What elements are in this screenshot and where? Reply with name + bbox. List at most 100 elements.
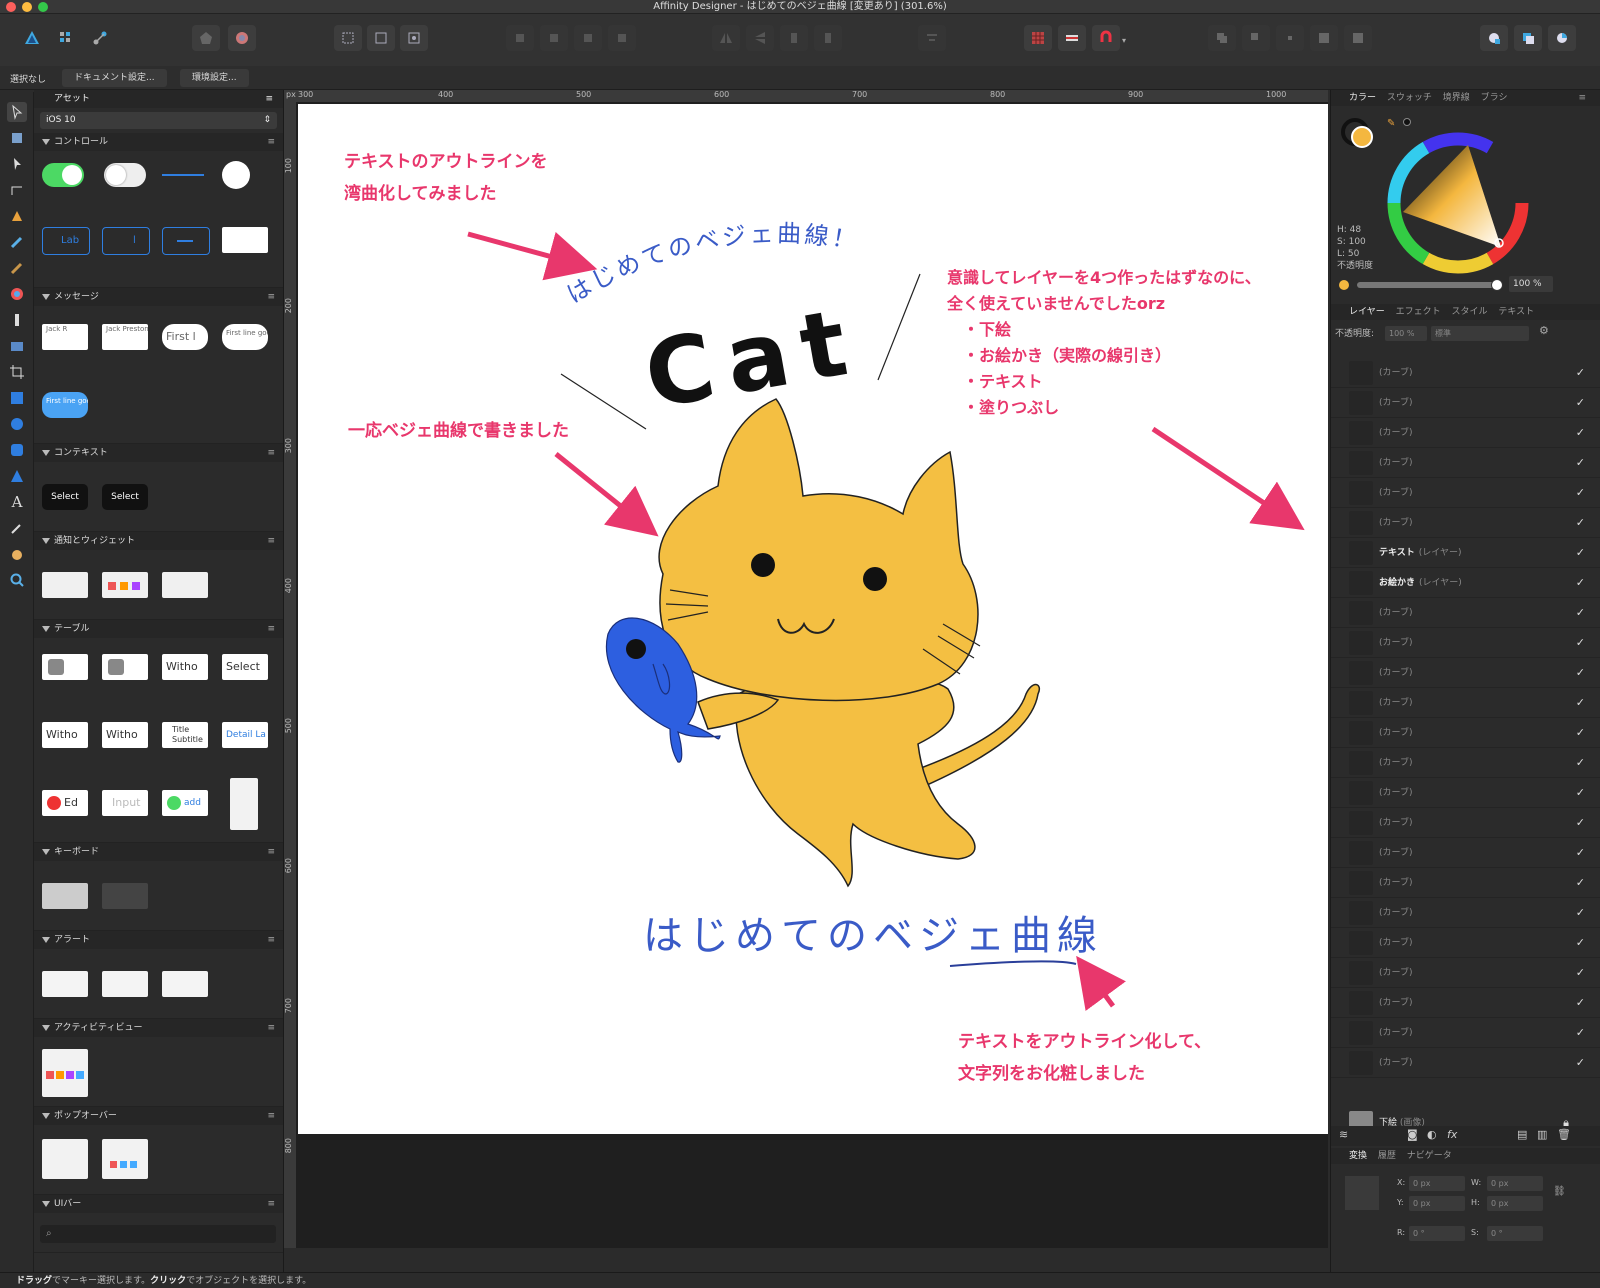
table-cell-asset[interactable]: Witho: [42, 722, 88, 748]
category-menu-icon[interactable]: ≡: [267, 1195, 275, 1213]
category-menu-icon[interactable]: ≡: [267, 288, 275, 306]
layer-visibility-checkbox[interactable]: ✓: [1576, 358, 1585, 388]
table-list-asset[interactable]: [230, 778, 258, 830]
node-tool-icon[interactable]: [7, 154, 27, 174]
add-boolean-icon[interactable]: [1208, 25, 1236, 51]
fill-tool-icon[interactable]: [7, 284, 27, 304]
preferences-button[interactable]: 環境設定...: [180, 69, 249, 87]
category-controls[interactable]: コントロール ≡: [34, 133, 283, 151]
vector-brush-tool-icon[interactable]: [7, 258, 27, 278]
opacity-slider-knob[interactable]: [1491, 279, 1503, 291]
move-forward-icon[interactable]: [574, 25, 602, 51]
divide-boolean-icon[interactable]: [1344, 25, 1372, 51]
tab-swatches[interactable]: スウォッチ: [1387, 93, 1432, 103]
pixel-persona-icon[interactable]: [52, 25, 80, 51]
align-icon[interactable]: [918, 25, 946, 51]
pen-tool-icon[interactable]: [7, 206, 27, 226]
layer-visibility-checkbox[interactable]: ✓: [1576, 778, 1585, 808]
transform-mode-icon[interactable]: [400, 25, 428, 51]
insert-top-icon[interactable]: [1548, 25, 1576, 51]
context-menu-asset[interactable]: Select: [42, 484, 88, 510]
adjustment-icon[interactable]: ◐: [1427, 1128, 1437, 1141]
gear-icon[interactable]: ⚙: [1539, 324, 1549, 337]
context-menu-asset[interactable]: Select: [102, 484, 148, 510]
layer-row[interactable]: (カーブ) ✓: [1331, 808, 1600, 838]
layer-row[interactable]: (カーブ) ✓: [1331, 988, 1600, 1018]
layer-row[interactable]: (カーブ) ✓: [1331, 688, 1600, 718]
picker-asset[interactable]: [222, 227, 268, 253]
category-uibar[interactable]: UIバー ≡: [34, 1195, 283, 1213]
layer-row[interactable]: (カーブ) ✓: [1331, 628, 1600, 658]
layer-visibility-checkbox[interactable]: ✓: [1576, 718, 1585, 748]
segmented-asset[interactable]: l: [102, 227, 150, 255]
snapping-magnet-icon[interactable]: [1092, 25, 1120, 51]
panel-menu-icon[interactable]: ≡: [1578, 90, 1586, 106]
pixel-preview-icon[interactable]: [1058, 25, 1086, 51]
category-menu-icon[interactable]: ≡: [267, 133, 275, 151]
designer-persona-icon[interactable]: [18, 25, 46, 51]
keyboard-light-asset[interactable]: [42, 883, 88, 909]
snapping-dropdown-chevron-icon[interactable]: ▾: [1122, 36, 1126, 45]
layer-visibility-checkbox[interactable]: ✓: [1576, 688, 1585, 718]
flip-horizontal-icon[interactable]: [712, 25, 740, 51]
layer-row[interactable]: お絵かき (レイヤー) ✓: [1331, 568, 1600, 598]
delete-layer-icon[interactable]: 🗑︎: [1557, 1128, 1571, 1141]
layer-visibility-checkbox[interactable]: ✓: [1576, 898, 1585, 928]
category-activity[interactable]: アクティビティビュー ≡: [34, 1019, 283, 1037]
cat-eye-left[interactable]: [751, 553, 775, 577]
duplicate-layer-icon[interactable]: ▥: [1537, 1128, 1547, 1141]
layer-row[interactable]: (カーブ) ✓: [1331, 778, 1600, 808]
color-wheel[interactable]: [1383, 128, 1533, 278]
message-asset[interactable]: Jack R: [42, 324, 88, 350]
anchor-selector[interactable]: [1345, 1176, 1379, 1210]
message-asset[interactable]: First l: [162, 324, 208, 350]
layer-row[interactable]: (カーブ) ✓: [1331, 748, 1600, 778]
cat-lettering[interactable]: Cat: [637, 287, 868, 430]
tab-brushes[interactable]: ブラシ: [1481, 93, 1508, 103]
outline-text[interactable]: はじめてのベジェ曲線: [643, 913, 1103, 959]
ellipse-tool-icon[interactable]: [7, 414, 27, 434]
annotation-outline-text[interactable]: テキストをアウトライン化して、 文字列をお化粧しました: [958, 1026, 1211, 1090]
slider-asset[interactable]: [162, 174, 204, 176]
keyboard-dark-asset[interactable]: [102, 883, 148, 909]
category-table[interactable]: テーブル ≡: [34, 620, 283, 638]
x-field[interactable]: 0 px: [1409, 1176, 1465, 1191]
rotate-left-icon[interactable]: [780, 25, 808, 51]
layer-visibility-checkbox[interactable]: ✓: [1576, 1048, 1585, 1078]
category-menu-icon[interactable]: ≡: [267, 931, 275, 949]
layer-visibility-checkbox[interactable]: ✓: [1576, 928, 1585, 958]
category-context[interactable]: コンテキスト ≡: [34, 444, 283, 462]
activity-view-asset[interactable]: [42, 1049, 88, 1097]
text-tool-icon[interactable]: A: [7, 492, 27, 512]
w-field[interactable]: 0 px: [1487, 1176, 1543, 1191]
alert-asset[interactable]: [162, 971, 208, 997]
layer-row[interactable]: (カーブ) ✓: [1331, 388, 1600, 418]
category-popover[interactable]: ポップオーバー ≡: [34, 1107, 283, 1125]
slider-knob-asset[interactable]: [222, 161, 250, 189]
place-image-tool-icon[interactable]: [7, 336, 27, 356]
layer-visibility-checkbox[interactable]: ✓: [1576, 388, 1585, 418]
insert-inside-icon[interactable]: [1480, 25, 1508, 51]
search-bar-asset[interactable]: ⌕: [40, 1225, 276, 1243]
assets-tab[interactable]: アセット ≡: [34, 90, 283, 108]
layer-row[interactable]: (カーブ) ✓: [1331, 958, 1600, 988]
label-button-asset[interactable]: Lab: [42, 227, 90, 255]
widget-asset[interactable]: [102, 572, 148, 598]
layer-visibility-checkbox[interactable]: ✓: [1576, 448, 1585, 478]
layer-visibility-checkbox[interactable]: ✓: [1576, 808, 1585, 838]
tab-color[interactable]: カラー: [1349, 93, 1376, 103]
deselect-icon[interactable]: [367, 25, 395, 51]
annotation-bezier[interactable]: 一応ベジェ曲線で書きました: [348, 415, 569, 447]
layer-row[interactable]: (カーブ) ✓: [1331, 508, 1600, 538]
layer-row[interactable]: (カーブ) ✓: [1331, 448, 1600, 478]
annotation-text-outline[interactable]: テキストのアウトラインを 湾曲化してみました: [344, 146, 548, 210]
xor-boolean-icon[interactable]: [1310, 25, 1338, 51]
h-field[interactable]: 0 px: [1487, 1196, 1543, 1211]
layer-visibility-checkbox[interactable]: ✓: [1576, 988, 1585, 1018]
horizontal-ruler[interactable]: px 300 400 500 600 700 800 900 1000: [284, 90, 1328, 102]
toggle-on-asset[interactable]: [42, 163, 84, 187]
corner-tool-icon[interactable]: [7, 180, 27, 200]
notification-asset[interactable]: [42, 572, 88, 598]
alert-asset[interactable]: [42, 971, 88, 997]
panel-menu-icon[interactable]: ≡: [265, 90, 273, 108]
